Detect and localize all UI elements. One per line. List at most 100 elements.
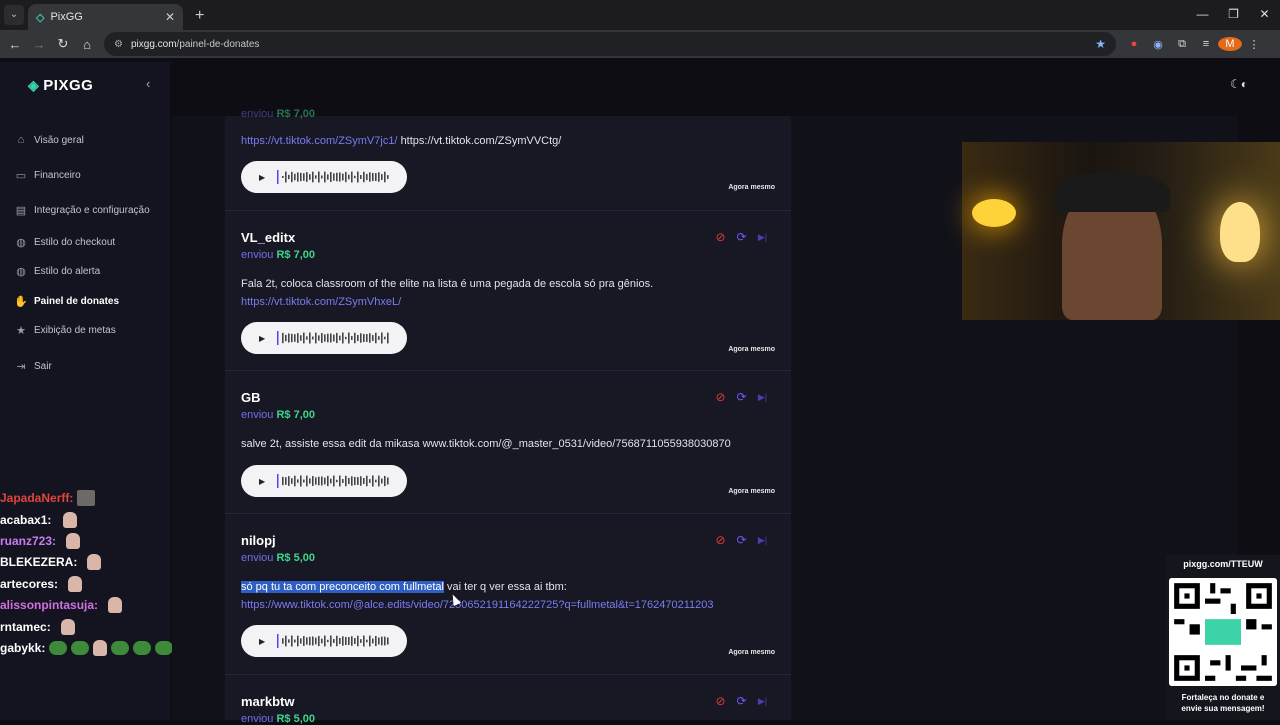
browser-tabbar: ⌄ ◇ PixGG ✕ + — ❐ ✕: [0, 0, 1280, 30]
chat-line: gabykk:: [0, 640, 174, 656]
donate-time: Agora mesmo: [728, 184, 775, 191]
donate-actions: ⊘ ⟳ ▶|: [710, 533, 773, 547]
sidebar-item-label: Estilo do alerta: [34, 266, 101, 277]
replay-icon[interactable]: ⟳: [731, 230, 752, 244]
donate-card: markbtw ⊘ ⟳ ▶| enviou R$ 5,00: [225, 675, 791, 725]
emote-icon: [133, 641, 152, 655]
donate-amount-line: enviou R$ 5,00: [241, 552, 316, 564]
webcam-overlay: [962, 142, 1280, 320]
sidebar-item-donates-panel[interactable]: ✋ Painel de donates: [14, 295, 119, 308]
site-info-icon[interactable]: ⚙: [114, 39, 123, 50]
extensions-puzzle-icon[interactable]: ⧉: [1170, 38, 1194, 51]
donor-name: VL_editx: [241, 230, 296, 245]
audio-player[interactable]: ▶: [241, 161, 407, 193]
play-icon[interactable]: ▶: [259, 173, 265, 182]
sidebar-item-financeiro[interactable]: ▭ Financeiro: [14, 169, 81, 182]
back-icon[interactable]: ←: [3, 37, 27, 52]
menu-kebab-icon[interactable]: ⋮: [1242, 38, 1266, 51]
lamp-light: [1220, 202, 1260, 262]
sidebar-item-label: Sair: [34, 361, 52, 372]
donate-link-line: https://vt.tiktok.com/ZSymV7jc1/ https:/…: [241, 135, 561, 147]
profile-avatar[interactable]: M: [1218, 37, 1242, 51]
extension-audio-icon[interactable]: ◉: [1146, 38, 1170, 51]
emote-icon: [49, 641, 68, 655]
replay-icon[interactable]: ⟳: [731, 390, 752, 404]
block-icon[interactable]: ⊘: [710, 230, 731, 244]
address-bar-row: ← → ↻ ⌂ ⚙ pixgg.com /painel-de-donates ★…: [0, 30, 1280, 58]
audio-player[interactable]: ▶: [241, 465, 407, 497]
replay-icon[interactable]: ⟳: [731, 694, 752, 708]
tab-list-button[interactable]: ⌄: [4, 5, 24, 25]
donate-amount-line: enviou R$ 7,00: [241, 249, 316, 261]
sidebar-item-label: Exibição de metas: [34, 325, 116, 336]
brand-logo[interactable]: ◈ PIXGG: [28, 77, 93, 94]
browser-tab[interactable]: ◇ PixGG ✕: [28, 4, 183, 30]
audio-player[interactable]: ▶: [241, 625, 407, 657]
sidebar-item-logout[interactable]: ⇥ Sair: [14, 360, 52, 373]
sidebar-item-integracao[interactable]: ▤ Integração e configuração: [14, 204, 150, 217]
chat-username: BLEKEZERA:: [0, 555, 78, 569]
home-icon[interactable]: ⌂: [75, 37, 99, 52]
sidebar-item-goals[interactable]: ★ Exibição de metas: [14, 324, 116, 337]
new-tab-icon[interactable]: +: [195, 7, 204, 25]
sidebar-item-label: Integração e configuração: [34, 205, 150, 216]
donate-text: https://vt.tiktok.com/ZSymVVCtg/: [400, 135, 562, 147]
pixgg-favicon-icon: ◇: [36, 11, 45, 24]
emote-icon: [71, 641, 90, 655]
donate-actions: ⊘ ⟳ ▶|: [710, 694, 773, 708]
donate-card: nilopj ⊘ ⟳ ▶| enviou R$ 5,00 só pq tu ta…: [225, 514, 791, 675]
skip-icon[interactable]: ▶|: [752, 535, 773, 546]
sidebar-item-alert-style[interactable]: ◍ Estilo do alerta: [14, 265, 100, 278]
hand-coin-icon: ✋: [14, 296, 28, 308]
skip-icon[interactable]: ▶|: [752, 232, 773, 243]
play-icon[interactable]: ▶: [259, 477, 265, 486]
play-icon[interactable]: ▶: [259, 334, 265, 343]
url-domain: pixgg.com: [130, 38, 177, 50]
chat-username: acabax1:: [0, 513, 52, 527]
replay-icon[interactable]: ⟳: [731, 533, 752, 547]
logout-icon: ⇥: [16, 361, 26, 373]
url-input[interactable]: ⚙ pixgg.com /painel-de-donates ★: [104, 32, 1116, 56]
restore-icon[interactable]: ❐: [1218, 0, 1249, 28]
donate-link[interactable]: https://vt.tiktok.com/ZSymV7jc1/: [241, 135, 398, 147]
brand-name: PIXGG: [43, 77, 94, 94]
skip-icon[interactable]: ▶|: [752, 696, 773, 707]
chat-line: rntamec:: [0, 619, 75, 635]
audio-player[interactable]: ▶: [241, 322, 407, 354]
media-control-icon[interactable]: ≡: [1194, 38, 1218, 50]
close-tab-icon[interactable]: ✕: [165, 10, 175, 24]
minimize-icon[interactable]: —: [1187, 0, 1218, 28]
bookmark-star-icon[interactable]: ★: [1095, 37, 1106, 51]
emote-icon: [87, 554, 102, 570]
donate-link[interactable]: https://vt.tiktok.com/ZSymVhxeL/: [241, 296, 401, 308]
palette-icon: ◍: [16, 237, 26, 249]
donate-link[interactable]: https://www.tiktok.com/@alce.edits/video…: [241, 599, 713, 611]
wallet-icon: ▭: [15, 170, 27, 182]
forward-icon[interactable]: →: [27, 37, 51, 52]
donate-message: salve 2t, assiste essa edit da mikasa ww…: [241, 438, 731, 450]
block-icon[interactable]: ⊘: [710, 390, 731, 404]
close-window-icon[interactable]: ✕: [1249, 0, 1280, 28]
chat-username: rntamec:: [0, 620, 51, 634]
block-icon[interactable]: ⊘: [710, 694, 731, 708]
extension-red-icon[interactable]: ●: [1122, 38, 1146, 50]
donate-card: GB ⊘ ⟳ ▶| enviou R$ 7,00 salve 2t, assis…: [225, 371, 791, 514]
reload-icon[interactable]: ↻: [51, 36, 75, 52]
sidebar-item-checkout-style[interactable]: ◍ Estilo do checkout: [14, 236, 115, 249]
skip-icon[interactable]: ▶|: [752, 392, 773, 403]
theme-toggle-icon[interactable]: ☾◐: [1230, 77, 1248, 91]
sidebar-item-overview[interactable]: ⌂ Visão geral: [14, 134, 84, 146]
chat-line: alissonpintasuja:: [0, 597, 123, 613]
chat-line: BLEKEZERA:: [0, 554, 102, 570]
play-icon[interactable]: ▶: [259, 637, 265, 646]
emote-icon: [108, 597, 123, 613]
emote-icon: [60, 619, 75, 635]
donor-name: nilopj: [241, 533, 276, 548]
block-icon[interactable]: ⊘: [710, 533, 731, 547]
waveform: [277, 170, 389, 184]
window-controls: — ❐ ✕: [1187, 0, 1280, 28]
extensions-area: ● ◉ ⧉ ≡ M ⋮: [1122, 35, 1266, 53]
collapse-sidebar-icon[interactable]: ‹: [146, 76, 150, 91]
palette-icon: ◍: [16, 266, 26, 278]
donate-message: Fala 2t, coloca classroom of the elite n…: [241, 278, 654, 290]
